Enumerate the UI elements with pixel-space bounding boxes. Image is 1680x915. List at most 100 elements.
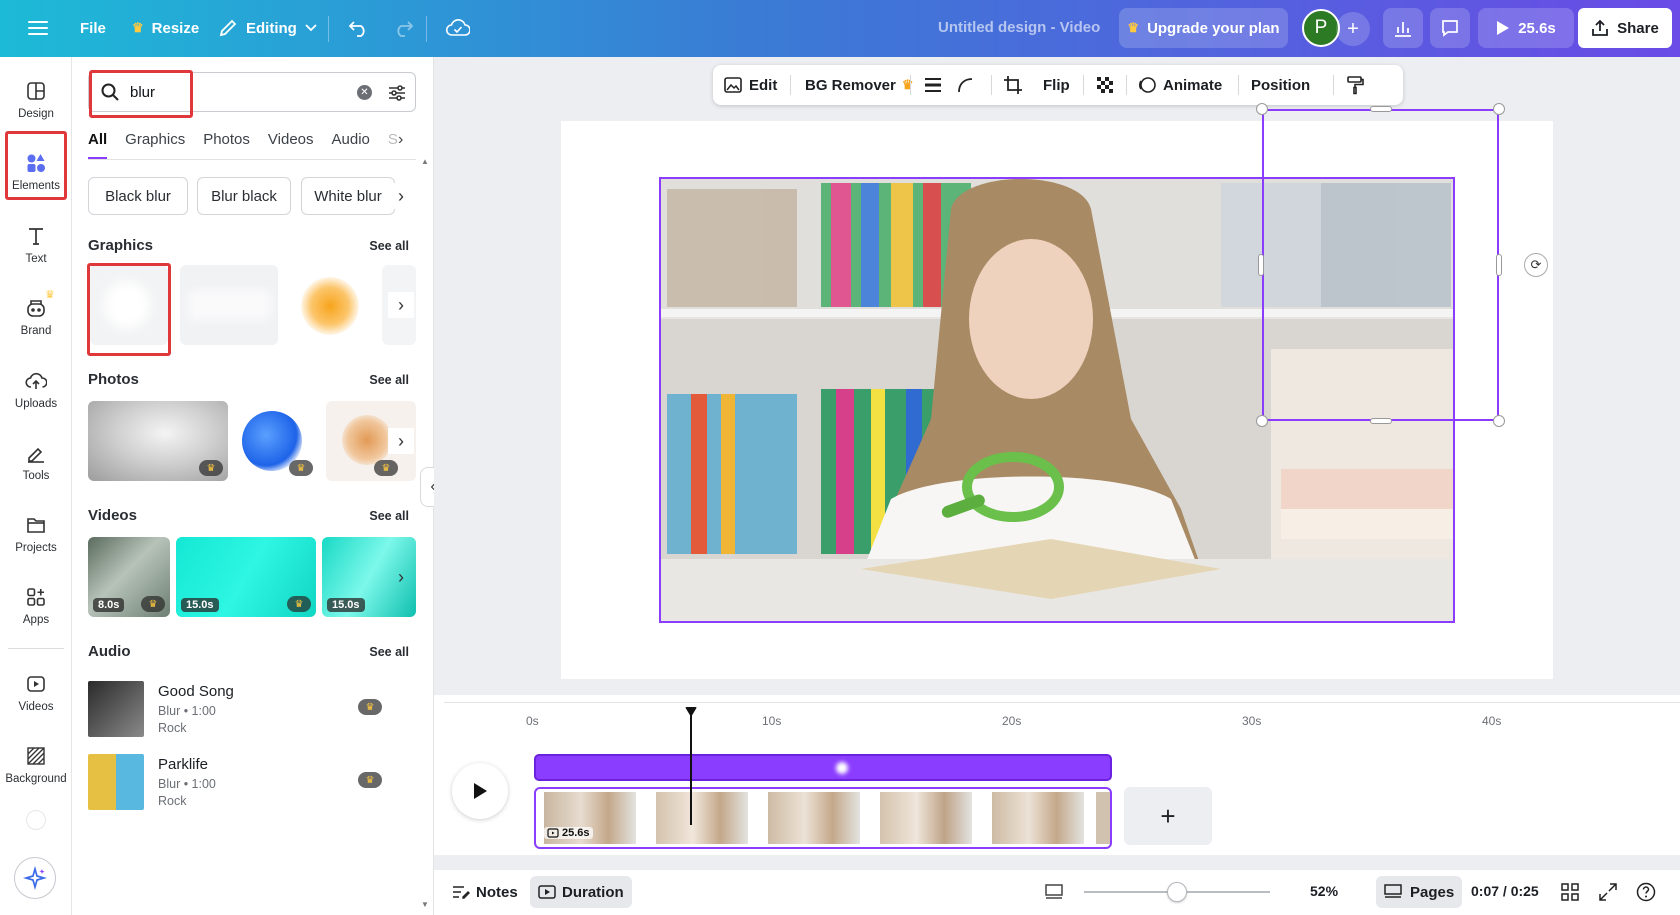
add-clip-button[interactable]: + (1124, 787, 1212, 845)
video-result[interactable]: 15.0s ♛ (176, 537, 316, 617)
resize-handle[interactable] (1370, 106, 1392, 112)
copy-style-button[interactable] (1345, 65, 1365, 105)
chevron-right-icon[interactable]: › (388, 428, 414, 454)
graphic-result[interactable] (286, 265, 374, 345)
tab-videos[interactable]: Videos (268, 131, 314, 159)
tab-all[interactable]: All (88, 131, 108, 159)
cloud-save-button[interactable] (438, 8, 478, 48)
rail-item-design[interactable]: Design (0, 67, 72, 133)
border-style-button[interactable] (923, 65, 943, 105)
brand-icon (27, 300, 45, 317)
tab-photos[interactable]: Photos (203, 131, 250, 159)
video-clip-track[interactable]: 25.6s (534, 787, 1112, 849)
scroll-down-arrow[interactable]: ▼ (421, 900, 429, 909)
resize-handle[interactable] (1493, 103, 1505, 115)
grid-view-icon[interactable] (1561, 883, 1579, 901)
share-button[interactable]: Share (1578, 8, 1672, 48)
rotate-handle[interactable]: ⟳ (1524, 253, 1548, 277)
rail-item-tools[interactable]: Tools (0, 429, 72, 495)
crop-button[interactable] (1003, 65, 1023, 105)
duration-button[interactable]: Duration (530, 876, 632, 908)
menu-button[interactable] (20, 8, 56, 48)
selected-element-frame[interactable] (1262, 109, 1499, 421)
suggestion-chip[interactable]: White blur (301, 177, 395, 215)
document-title[interactable]: Untitled design - Video (938, 19, 1100, 36)
audio-item[interactable]: Parklife Blur • 1:00 Rock ♛ (88, 754, 418, 812)
rail-item-text[interactable]: Text (0, 212, 72, 278)
video-result[interactable]: 8.0s ♛ (88, 537, 170, 617)
tab-audio[interactable]: Audio (332, 131, 370, 159)
audio-item[interactable]: Good Song Blur • 1:00 Rock ♛ (88, 681, 418, 739)
playhead[interactable] (685, 707, 698, 825)
add-collaborator-button[interactable]: + (1336, 12, 1370, 46)
page-view-icon[interactable] (1044, 883, 1064, 901)
editing-mode-button[interactable]: Editing (210, 8, 325, 48)
tools-icon (28, 447, 44, 463)
scroll-up-arrow[interactable]: ▲ (421, 157, 429, 166)
resize-handle[interactable] (1256, 103, 1268, 115)
clear-search-icon[interactable]: ✕ (357, 85, 372, 100)
bg-remover-button[interactable]: BG Remover ♛ (805, 65, 914, 105)
tab-graphics[interactable]: Graphics (125, 131, 185, 159)
filter-icon[interactable] (387, 83, 407, 103)
chevron-right-icon[interactable]: › (398, 131, 403, 149)
position-button[interactable]: Position (1251, 65, 1310, 105)
see-all-photos[interactable]: See all (369, 373, 409, 387)
notes-button[interactable]: Notes (446, 876, 524, 908)
zoom-level[interactable]: 52% (1310, 883, 1338, 899)
see-all-audio[interactable]: See all (369, 645, 409, 659)
top-bar: File ♛ Resize Editing Untitled design - V… (0, 0, 1680, 57)
file-menu[interactable]: File (72, 8, 114, 48)
redo-button[interactable] (384, 8, 422, 48)
suggestion-chip[interactable]: Black blur (88, 177, 188, 215)
resize-handle[interactable] (1370, 418, 1392, 424)
insights-button[interactable] (1383, 8, 1423, 48)
suggestion-chip[interactable]: Blur black (197, 177, 291, 215)
overlay-track[interactable] (534, 754, 1112, 781)
chevron-right-icon[interactable]: › (388, 292, 414, 318)
clip-duration-badge: 25.6s (544, 827, 593, 839)
rail-item-videos[interactable]: Videos (0, 660, 72, 726)
resize-handle[interactable] (1256, 415, 1268, 427)
paint-roller-icon (1347, 76, 1364, 95)
rail-item-background[interactable]: Background (0, 732, 72, 798)
help-icon[interactable] (1636, 882, 1656, 902)
avatar[interactable]: P (1302, 9, 1340, 47)
fullscreen-icon[interactable] (1599, 883, 1617, 901)
comments-button[interactable] (1430, 8, 1470, 48)
timeline-tick: 40s (1482, 714, 1502, 728)
undo-button[interactable] (340, 8, 378, 48)
resize-handle[interactable] (1493, 415, 1505, 427)
highlight-box (89, 70, 193, 118)
resize-handle[interactable] (1496, 254, 1502, 276)
rail-item-apps[interactable]: Apps (0, 573, 72, 639)
zoom-slider-knob[interactable] (1167, 882, 1188, 902)
resize-button[interactable]: ♛ Resize (124, 8, 207, 48)
rail-item-uploads[interactable]: Uploads (0, 357, 72, 423)
cloud-upload-icon (25, 372, 47, 389)
animate-button[interactable]: Animate (1137, 65, 1222, 105)
tab-more[interactable]: S (388, 131, 398, 159)
present-button[interactable]: 25.6s (1478, 8, 1574, 48)
play-icon (474, 783, 487, 799)
play-button[interactable] (452, 763, 508, 819)
upgrade-plan-button[interactable]: ♛ Upgrade your plan (1119, 8, 1288, 48)
transparency-button[interactable] (1095, 65, 1115, 105)
rail-item-brand[interactable]: Brand (0, 284, 72, 350)
play-icon (1497, 21, 1510, 35)
divider (426, 16, 427, 42)
flip-button[interactable]: Flip (1043, 65, 1070, 105)
edit-image-button[interactable]: Edit (723, 65, 777, 105)
graphic-result[interactable] (180, 265, 278, 345)
chevron-right-icon[interactable]: › (388, 564, 414, 590)
photo-result[interactable]: ♛ (88, 401, 228, 481)
photo-result[interactable]: ♛ (236, 401, 318, 481)
chevron-right-icon[interactable]: › (388, 183, 414, 209)
resize-handle[interactable] (1258, 254, 1264, 276)
see-all-videos[interactable]: See all (369, 509, 409, 523)
see-all-graphics[interactable]: See all (369, 239, 409, 253)
magic-button[interactable] (14, 857, 56, 899)
rail-item-projects[interactable]: Projects (0, 501, 72, 567)
pages-button[interactable]: Pages (1376, 876, 1463, 908)
corner-rounding-button[interactable] (956, 65, 974, 105)
